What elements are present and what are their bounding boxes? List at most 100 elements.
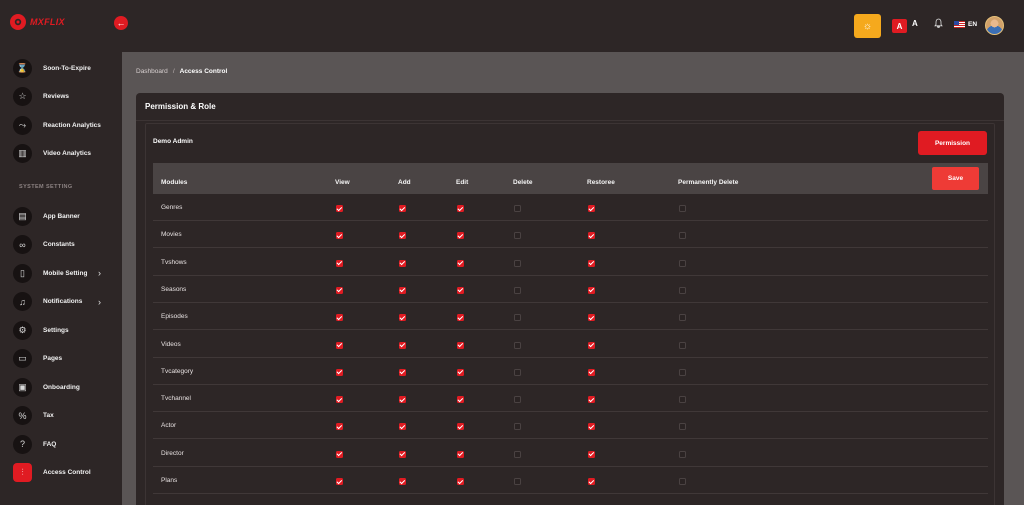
checkbox-permanently-delete[interactable] bbox=[679, 286, 686, 294]
checkbox-delete[interactable] bbox=[514, 396, 521, 404]
brand-logo[interactable]: MXFLIX bbox=[8, 13, 65, 31]
checkbox-edit[interactable] bbox=[457, 341, 464, 349]
checkbox-add[interactable] bbox=[399, 341, 406, 349]
module-name: Plans bbox=[161, 477, 178, 484]
checkbox-view[interactable] bbox=[336, 341, 343, 349]
checkbox-view[interactable] bbox=[336, 478, 343, 485]
checkbox-add[interactable] bbox=[399, 423, 406, 431]
checkbox-view[interactable] bbox=[336, 368, 343, 376]
checkbox-permanently-delete[interactable] bbox=[679, 478, 686, 485]
checkbox-restore[interactable] bbox=[588, 341, 595, 349]
percent-icon: % bbox=[13, 406, 32, 425]
arrow-left-icon: ← bbox=[116, 18, 126, 28]
save-button[interactable]: Save bbox=[932, 167, 979, 190]
checkbox-add[interactable] bbox=[399, 368, 406, 376]
checkbox-permanently-delete[interactable] bbox=[679, 368, 686, 376]
notifications-button[interactable] bbox=[934, 18, 943, 31]
checkbox-add[interactable] bbox=[399, 259, 406, 267]
checkbox-edit[interactable] bbox=[457, 314, 464, 322]
collapse-sidebar-button[interactable]: ← bbox=[114, 16, 128, 30]
user-avatar[interactable] bbox=[985, 16, 1004, 35]
checkbox-add[interactable] bbox=[399, 205, 406, 212]
sidebar-item-access-control[interactable]: ⫶ Access Control bbox=[0, 459, 122, 487]
checkbox-permanently-delete[interactable] bbox=[679, 314, 686, 322]
sidebar-item-video-analytics[interactable]: ▥ Video Analytics bbox=[0, 139, 122, 167]
sidebar-item-label: Settings bbox=[43, 326, 69, 334]
us-flag-icon bbox=[954, 21, 965, 28]
column-header-view: View bbox=[335, 179, 350, 186]
line-chart-icon: ⤳ bbox=[13, 115, 32, 135]
font-size-small-button[interactable]: A bbox=[912, 19, 918, 28]
module-name: Director bbox=[161, 449, 184, 457]
checkbox-restore[interactable] bbox=[588, 232, 595, 240]
checkbox-restore[interactable] bbox=[588, 396, 595, 404]
checkbox-delete[interactable] bbox=[514, 259, 521, 267]
checkbox-restore[interactable] bbox=[588, 314, 595, 322]
checkbox-edit[interactable] bbox=[457, 368, 464, 376]
checkbox-add[interactable] bbox=[399, 286, 406, 294]
sidebar-item-onboarding[interactable]: ▣ Onboarding bbox=[0, 373, 122, 401]
checkbox-view[interactable] bbox=[336, 450, 343, 458]
checkbox-edit[interactable] bbox=[457, 286, 464, 294]
banner-icon: ▤ bbox=[13, 206, 32, 226]
sidebar-item-notifications[interactable]: ♫ Notifications › bbox=[0, 288, 122, 316]
checkbox-restore[interactable] bbox=[588, 368, 595, 376]
checkbox-permanently-delete[interactable] bbox=[679, 232, 686, 240]
checkbox-view[interactable] bbox=[336, 205, 343, 212]
checkbox-add[interactable] bbox=[399, 232, 406, 240]
checkbox-view[interactable] bbox=[336, 286, 343, 294]
checkbox-edit[interactable] bbox=[457, 478, 464, 485]
checkbox-edit[interactable] bbox=[457, 205, 464, 212]
checkbox-delete[interactable] bbox=[514, 314, 521, 322]
checkbox-delete[interactable] bbox=[514, 341, 521, 349]
checkbox-permanently-delete[interactable] bbox=[679, 450, 686, 458]
checkbox-add[interactable] bbox=[399, 314, 406, 322]
checkbox-view[interactable] bbox=[336, 232, 343, 240]
checkbox-view[interactable] bbox=[336, 314, 343, 322]
checkbox-delete[interactable] bbox=[514, 205, 521, 212]
font-size-large-button[interactable]: A bbox=[892, 19, 907, 33]
sidebar-item-reaction-analytics[interactable]: ⤳ Reaction Analytics bbox=[0, 111, 122, 139]
checkbox-edit[interactable] bbox=[457, 396, 464, 404]
checkbox-view[interactable] bbox=[336, 423, 343, 431]
checkbox-delete[interactable] bbox=[514, 368, 521, 376]
breadcrumb-dashboard[interactable]: Dashboard bbox=[136, 68, 168, 75]
checkbox-permanently-delete[interactable] bbox=[679, 396, 686, 404]
sidebar-item-constants[interactable]: ∞ Constants bbox=[0, 231, 122, 259]
language-selector[interactable]: EN bbox=[954, 21, 977, 28]
checkbox-restore[interactable] bbox=[588, 286, 595, 294]
checkbox-add[interactable] bbox=[399, 450, 406, 458]
checkbox-edit[interactable] bbox=[457, 259, 464, 267]
checkbox-restore[interactable] bbox=[588, 478, 595, 485]
checkbox-delete[interactable] bbox=[514, 423, 521, 431]
checkbox-restore[interactable] bbox=[588, 205, 595, 212]
checkbox-permanently-delete[interactable] bbox=[679, 205, 686, 212]
checkbox-edit[interactable] bbox=[457, 450, 464, 458]
checkbox-delete[interactable] bbox=[514, 450, 521, 458]
checkbox-view[interactable] bbox=[336, 259, 343, 267]
checkbox-permanently-delete[interactable] bbox=[679, 423, 686, 431]
sidebar-item-app-banner[interactable]: ▤ App Banner bbox=[0, 202, 122, 230]
checkbox-restore[interactable] bbox=[588, 259, 595, 267]
checkbox-delete[interactable] bbox=[514, 478, 521, 485]
checkbox-delete[interactable] bbox=[514, 232, 521, 240]
checkbox-edit[interactable] bbox=[457, 232, 464, 240]
checkbox-add[interactable] bbox=[399, 478, 406, 485]
checkbox-delete[interactable] bbox=[514, 286, 521, 294]
sidebar-item-faq[interactable]: ? FAQ bbox=[0, 430, 122, 458]
checkbox-restore[interactable] bbox=[588, 423, 595, 431]
checkbox-permanently-delete[interactable] bbox=[679, 259, 686, 267]
checkbox-add[interactable] bbox=[399, 396, 406, 404]
sidebar-item-mobile-setting[interactable]: ▯ Mobile Setting › bbox=[0, 259, 122, 287]
sidebar-item-tax[interactable]: % Tax bbox=[0, 402, 122, 430]
sidebar-item-settings[interactable]: ⚙ Settings bbox=[0, 316, 122, 344]
checkbox-permanently-delete[interactable] bbox=[679, 341, 686, 349]
sidebar-item-pages[interactable]: ▭ Pages bbox=[0, 345, 122, 373]
theme-toggle-button[interactable]: ☼ bbox=[854, 14, 881, 38]
permission-button[interactable]: Permission bbox=[918, 131, 987, 155]
sidebar-item-reviews[interactable]: ☆ Reviews bbox=[0, 82, 122, 110]
checkbox-edit[interactable] bbox=[457, 423, 464, 431]
sidebar-item-soon-to-expire[interactable]: ⌛ Soon-To-Expire bbox=[0, 54, 122, 82]
checkbox-view[interactable] bbox=[336, 396, 343, 404]
checkbox-restore[interactable] bbox=[588, 450, 595, 458]
